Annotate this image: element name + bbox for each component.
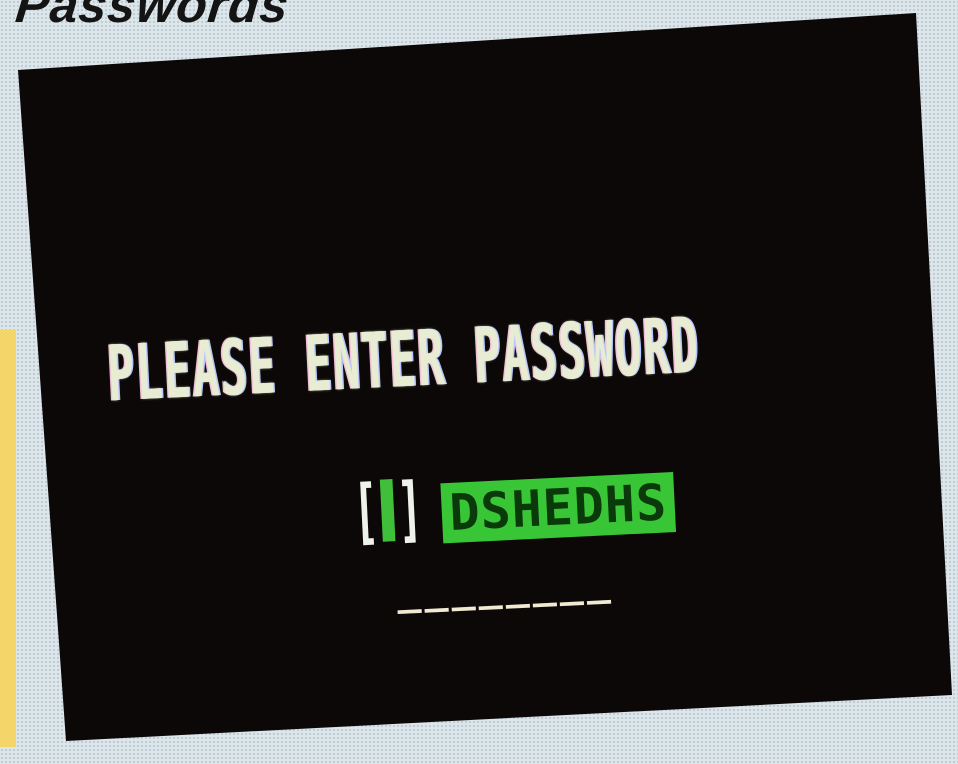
password-prompt: PLEASE ENTER PASSWORD (105, 301, 702, 420)
password-entry[interactable]: [ ] DSHEDHS (350, 466, 677, 554)
cursor-block (380, 479, 396, 542)
bracket-open: [ (350, 468, 381, 554)
page-accent-strip (0, 330, 16, 747)
password-input-underline: ________ (395, 558, 615, 615)
game-screen: PLEASE ENTER PASSWORD [ ] DSHEDHS ______… (18, 13, 952, 741)
game-screen-content: PLEASE ENTER PASSWORD [ ] DSHEDHS ______… (18, 13, 952, 741)
password-characters: DSHEDHS (440, 472, 677, 544)
page-heading: Passwords (13, 0, 292, 33)
cursor-slot[interactable]: [ ] (350, 466, 426, 554)
bracket-close: ] (394, 466, 426, 552)
